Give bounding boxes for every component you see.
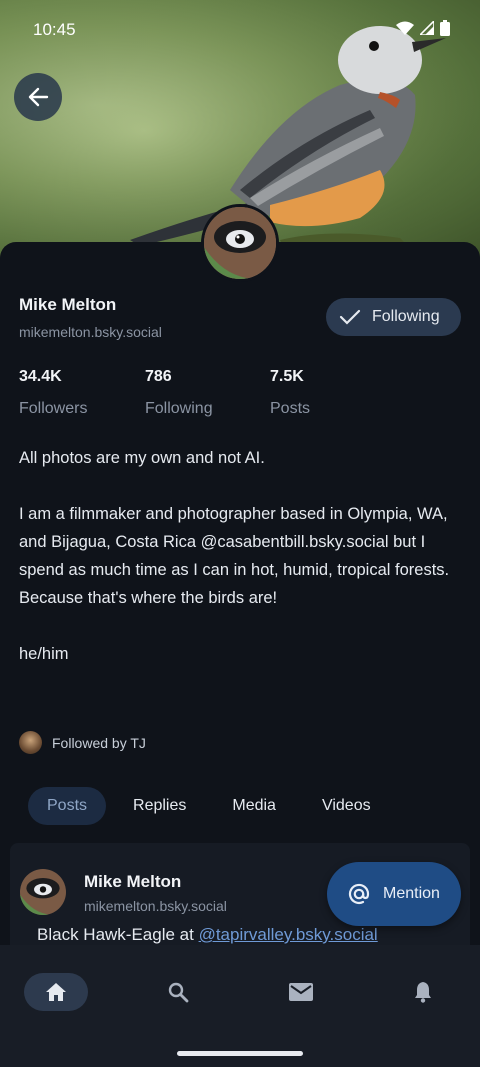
- post-author-avatar[interactable]: [20, 869, 66, 915]
- stat-value: 7.5K: [270, 368, 304, 385]
- stat-value: 34.4K: [19, 368, 62, 385]
- stat-value: 786: [145, 368, 172, 385]
- arrow-left-icon: [28, 87, 49, 107]
- follower-avatar: [19, 731, 42, 754]
- following-button[interactable]: Following: [326, 298, 461, 336]
- post-author-name[interactable]: Mike Melton: [84, 872, 181, 892]
- post-avatar-photo: [20, 869, 66, 915]
- checkmark-icon: [339, 309, 361, 325]
- tab-posts[interactable]: Posts: [28, 787, 107, 825]
- at-icon: [348, 883, 370, 905]
- nav-home[interactable]: [24, 973, 88, 1011]
- stat-following[interactable]: 786 Following: [145, 368, 213, 418]
- home-indicator[interactable]: [177, 1051, 303, 1056]
- profile-avatar[interactable]: [201, 204, 279, 282]
- stat-label: Posts: [270, 400, 311, 417]
- bottom-nav: [0, 945, 480, 1067]
- profile-tabs: Posts Replies Media Videos: [28, 787, 398, 825]
- tab-media[interactable]: Media: [213, 787, 295, 825]
- followed-by-row[interactable]: Followed by TJ: [19, 731, 146, 754]
- avatar-bird-photo: [204, 207, 276, 279]
- wifi-icon: [396, 21, 414, 35]
- tab-videos[interactable]: Videos: [303, 787, 390, 825]
- nav-notifications[interactable]: [391, 973, 455, 1011]
- profile-handle: mikemelton.bsky.social: [19, 324, 162, 340]
- tab-replies[interactable]: Replies: [114, 787, 205, 825]
- stat-posts: 7.5K Posts: [270, 368, 310, 418]
- cell-signal-icon: [420, 21, 434, 35]
- mention-label: Mention: [383, 885, 440, 902]
- mention-fab[interactable]: Mention: [327, 862, 461, 926]
- stat-label: Followers: [19, 400, 88, 417]
- post-text: Black Hawk-Eagle at @tapirvalley.bsky.so…: [37, 925, 378, 945]
- post-author-handle: mikemelton.bsky.social: [84, 898, 227, 914]
- home-icon: [46, 983, 66, 1001]
- back-button[interactable]: [14, 73, 62, 121]
- status-bar: 10:45: [0, 0, 480, 58]
- search-icon: [168, 982, 189, 1003]
- nav-search[interactable]: [146, 973, 210, 1011]
- post-text-prefix: Black Hawk-Eagle at: [37, 925, 199, 944]
- nav-messages[interactable]: [269, 973, 333, 1011]
- battery-icon: [440, 20, 450, 36]
- mail-icon: [289, 983, 313, 1001]
- followed-by-text: Followed by TJ: [52, 734, 146, 751]
- stat-label: Following: [145, 400, 213, 417]
- post-mention-link[interactable]: @tapirvalley.bsky.social: [199, 925, 378, 944]
- status-time: 10:45: [33, 20, 76, 39]
- profile-bio: All photos are my own and not AI. I am a…: [19, 449, 450, 663]
- following-button-label: Following: [372, 308, 440, 325]
- profile-name: Mike Melton: [19, 295, 117, 314]
- bell-icon: [415, 982, 431, 1003]
- stat-followers[interactable]: 34.4K Followers: [19, 368, 87, 418]
